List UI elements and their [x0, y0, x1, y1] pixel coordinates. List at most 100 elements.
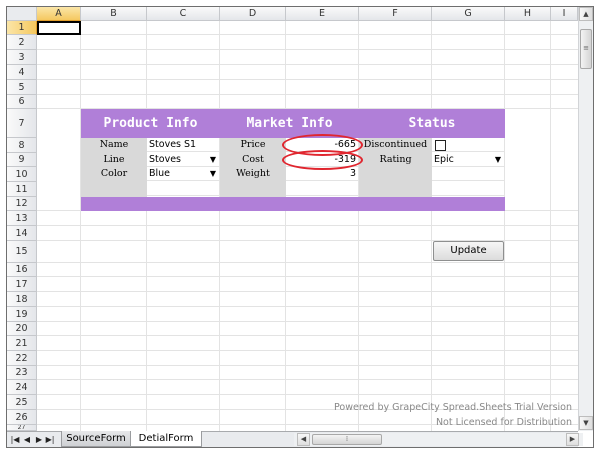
- first-sheet-icon[interactable]: |◀: [10, 434, 20, 445]
- row-header-1[interactable]: 1: [7, 21, 37, 35]
- empty-field[interactable]: [432, 182, 504, 196]
- active-cell-a1[interactable]: [37, 21, 81, 35]
- gridline: [37, 335, 578, 336]
- column-header-i[interactable]: I: [551, 7, 578, 21]
- row-header-12[interactable]: 12: [7, 197, 37, 211]
- gridline: [37, 394, 578, 395]
- left-arrow-icon[interactable]: ◀: [297, 433, 310, 446]
- product-info-header: Product Info: [103, 116, 198, 131]
- market-info-header: Market Info: [246, 116, 333, 131]
- column-header-h[interactable]: H: [505, 7, 551, 21]
- rating-label: Rating: [359, 153, 432, 167]
- discontinued-checkbox[interactable]: [435, 140, 446, 151]
- form-footer-band: [81, 197, 505, 211]
- gridline: [219, 21, 220, 431]
- gridline: [37, 225, 578, 226]
- empty-field[interactable]: [147, 182, 219, 196]
- empty-field[interactable]: [286, 182, 358, 196]
- last-sheet-icon[interactable]: ▶|: [45, 434, 55, 445]
- right-arrow-icon[interactable]: ▶: [566, 433, 579, 446]
- row-header-15[interactable]: 15: [7, 241, 37, 263]
- row-header-24[interactable]: 24: [7, 380, 37, 395]
- gridline: [431, 21, 432, 431]
- gridline: [146, 21, 147, 431]
- line-dropdown-value: Stoves: [149, 154, 181, 165]
- column-header-a[interactable]: A: [37, 7, 81, 21]
- gridline: [37, 365, 578, 366]
- select-all-corner[interactable]: [7, 7, 37, 21]
- column-header-d[interactable]: D: [220, 7, 286, 21]
- chevron-down-icon[interactable]: ▼: [210, 153, 216, 166]
- column-header-g[interactable]: G: [432, 7, 505, 21]
- chevron-down-icon[interactable]: ▼: [495, 153, 501, 166]
- vertical-scrollbar[interactable]: ▲ ≡ ▼: [578, 7, 593, 431]
- row-header-22[interactable]: 22: [7, 351, 37, 366]
- row-header-2[interactable]: 2: [7, 35, 37, 50]
- watermark-line-2: Not Licensed for Distribution: [435, 417, 572, 428]
- column-header-e[interactable]: E: [286, 7, 359, 21]
- update-button[interactable]: Update: [433, 241, 504, 261]
- vertical-scroll-thumb[interactable]: ≡: [580, 29, 592, 69]
- row-header-19[interactable]: 19: [7, 307, 37, 322]
- name-field[interactable]: Stoves S1: [147, 138, 219, 152]
- line-dropdown[interactable]: Stoves ▼: [147, 153, 219, 167]
- discontinued-label: Discontinued: [359, 138, 432, 152]
- chevron-down-icon[interactable]: ▼: [210, 167, 216, 180]
- name-label: Name: [81, 138, 147, 152]
- color-dropdown[interactable]: Blue ▼: [147, 167, 219, 181]
- sheet-tab-sourceform[interactable]: SourceForm: [61, 431, 131, 447]
- row-header-16[interactable]: 16: [7, 263, 37, 277]
- row-header-23[interactable]: 23: [7, 366, 37, 380]
- row-header-8[interactable]: 8: [7, 138, 37, 153]
- column-header-f[interactable]: F: [359, 7, 432, 21]
- gridline: [37, 276, 578, 277]
- gridline: [37, 34, 578, 35]
- row-header-18[interactable]: 18: [7, 292, 37, 307]
- row-header-5[interactable]: 5: [7, 80, 37, 95]
- rating-dropdown[interactable]: Epic ▼: [432, 153, 504, 167]
- column-header-b[interactable]: B: [81, 7, 147, 21]
- row-header-9[interactable]: 9: [7, 153, 37, 167]
- row-header-3[interactable]: 3: [7, 50, 37, 65]
- price-label: Price: [220, 138, 286, 152]
- gridline: [37, 306, 578, 307]
- gridline: [37, 64, 578, 65]
- color-label: Color: [81, 167, 147, 181]
- row-header-13[interactable]: 13: [7, 211, 37, 226]
- row-header-4[interactable]: 4: [7, 65, 37, 80]
- rating-dropdown-value: Epic: [434, 154, 454, 165]
- frame-bottom: [6, 447, 594, 448]
- gridline: [504, 21, 505, 431]
- horizontal-scrollbar[interactable]: ◀ ⁞ ▶: [294, 433, 583, 446]
- row-header-21[interactable]: 21: [7, 336, 37, 351]
- gridline: [37, 262, 578, 263]
- frame-right: [593, 6, 594, 448]
- up-arrow-icon[interactable]: ▲: [579, 7, 593, 21]
- gridline: [285, 21, 286, 431]
- weight-label: Weight: [220, 167, 286, 181]
- line-label: Line: [81, 153, 147, 167]
- row-header-25[interactable]: 25: [7, 395, 37, 410]
- sheet-tab-bar: |◀ ◀ ▶ ▶| SourceForm DetialForm ◀ ⁞ ▶: [7, 431, 583, 447]
- row-header-20[interactable]: 20: [7, 322, 37, 336]
- column-header-c[interactable]: C: [147, 7, 220, 21]
- next-sheet-icon[interactable]: ▶: [34, 434, 44, 445]
- row-header-14[interactable]: 14: [7, 226, 37, 241]
- gridline: [37, 94, 578, 95]
- gridline: [37, 379, 578, 380]
- row-header-11[interactable]: 11: [7, 182, 37, 197]
- horizontal-scroll-thumb[interactable]: ⁞: [312, 434, 382, 445]
- gridline: [550, 21, 551, 431]
- row-header-6[interactable]: 6: [7, 95, 37, 109]
- row-header-17[interactable]: 17: [7, 277, 37, 292]
- gridline: [37, 350, 578, 351]
- row-header-26[interactable]: 26: [7, 410, 37, 425]
- previous-sheet-icon[interactable]: ◀: [22, 434, 32, 445]
- down-arrow-icon[interactable]: ▼: [579, 416, 593, 430]
- gridline: [80, 21, 81, 431]
- row-header-10[interactable]: 10: [7, 167, 37, 182]
- row-header-7[interactable]: 7: [7, 109, 37, 138]
- sheet-tab-detialform[interactable]: DetialForm: [130, 431, 202, 447]
- empty-field[interactable]: [432, 167, 504, 181]
- gridline: [37, 79, 578, 80]
